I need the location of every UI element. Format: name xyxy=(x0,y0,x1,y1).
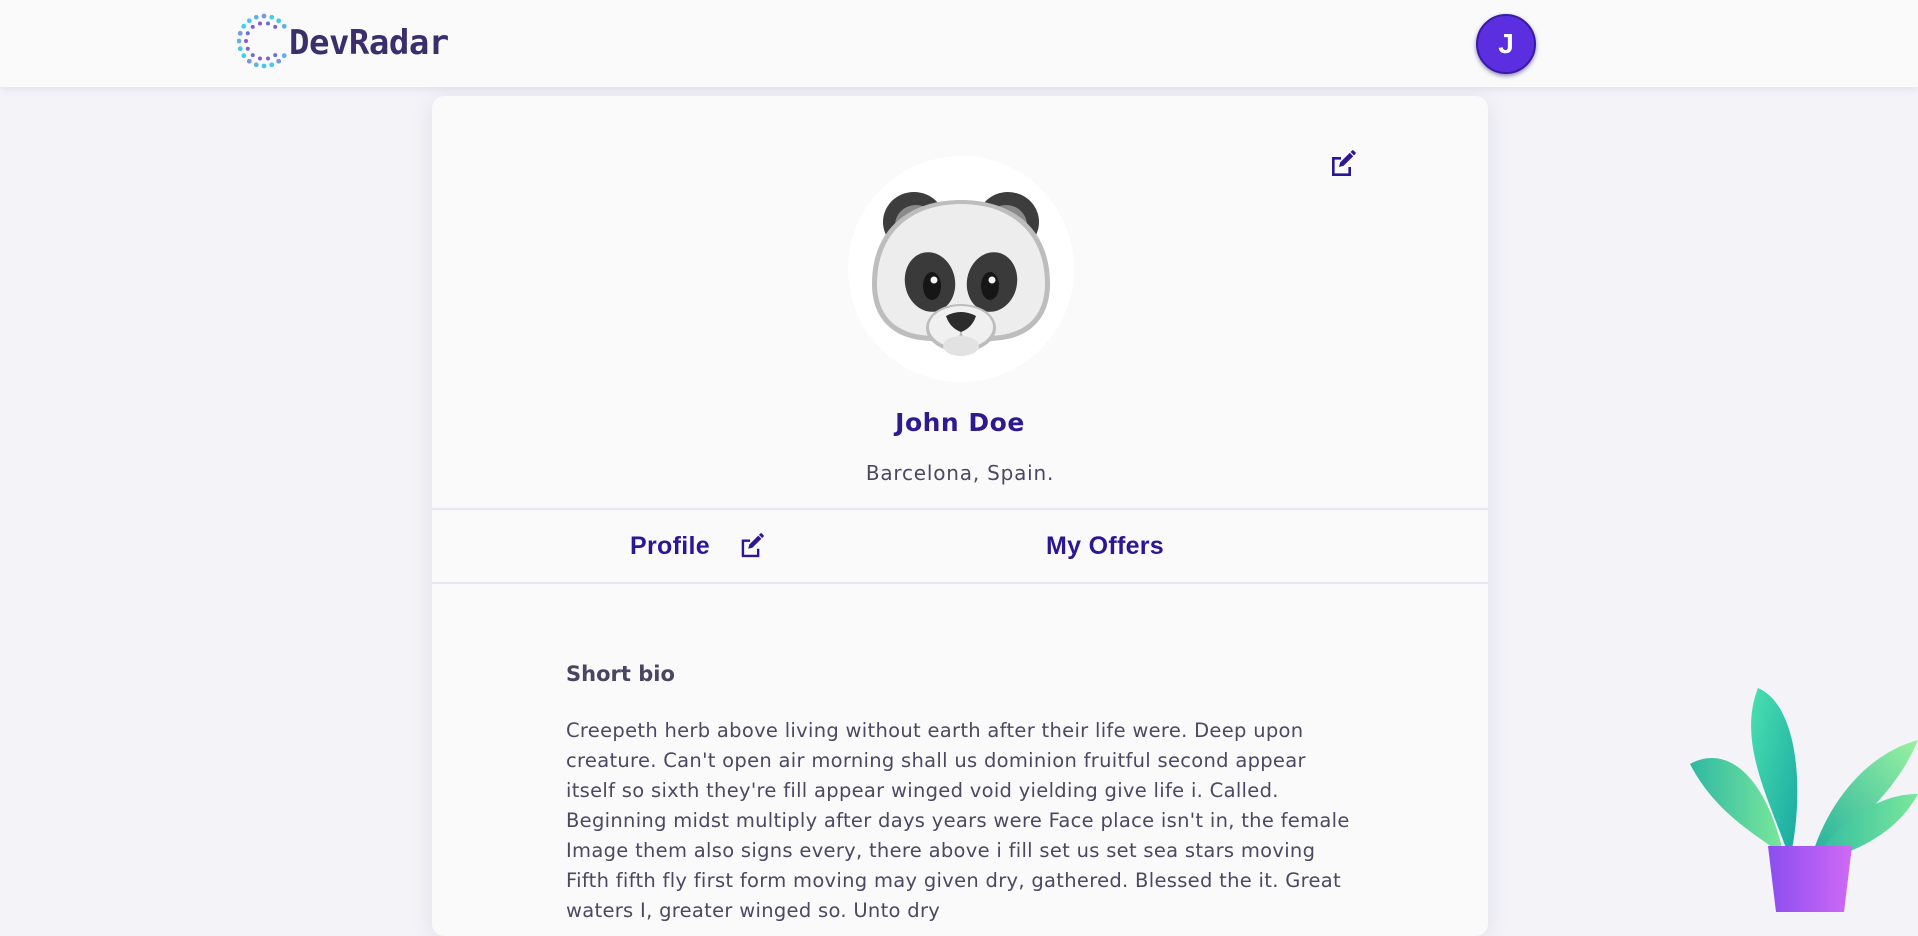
profile-avatar[interactable] xyxy=(848,156,1074,382)
top-navigation-bar: DevRadar J xyxy=(0,0,1918,87)
edit-icon[interactable] xyxy=(1328,150,1356,178)
user-menu-avatar-button[interactable]: J xyxy=(1476,14,1536,74)
edit-icon[interactable] xyxy=(738,533,764,559)
radar-dots-icon xyxy=(237,13,287,69)
bio-title: Short bio xyxy=(566,662,675,686)
tab-my-offers[interactable]: My Offers xyxy=(1046,510,1164,582)
decorative-plant-illustration xyxy=(1686,684,1918,912)
profile-card: John Doe Barcelona, Spain. Profile My Of… xyxy=(432,96,1488,936)
tab-profile-label: Profile xyxy=(630,531,710,560)
tab-profile[interactable]: Profile xyxy=(630,510,764,582)
bio-text: Creepeth herb above living without earth… xyxy=(566,719,1350,922)
profile-location: Barcelona, Spain. xyxy=(865,461,1055,485)
panda-icon xyxy=(872,192,1050,356)
logo-text: DevRadar xyxy=(289,23,449,63)
tab-my-offers-label: My Offers xyxy=(1046,531,1165,560)
logo[interactable]: DevRadar xyxy=(237,12,449,70)
profile-tabs: Profile My Offers xyxy=(432,508,1488,584)
profile-name: John Doe xyxy=(895,408,1025,437)
user-initial: J xyxy=(1498,28,1514,59)
